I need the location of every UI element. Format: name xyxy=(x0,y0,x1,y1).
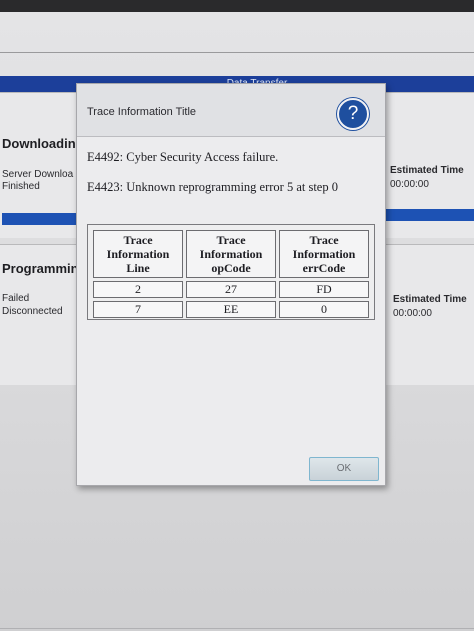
cell-opcode: 27 xyxy=(186,281,276,298)
trace-info-dialog: Trace Information Title ? E4492: Cyber S… xyxy=(76,83,386,486)
trace-table: Trace Information Line Trace Information… xyxy=(87,224,375,320)
programming-estimated-value: 00:00:00 xyxy=(393,308,432,319)
download-status: Server Downloa xyxy=(2,169,74,180)
programming-title: Programmin xyxy=(2,261,79,276)
column-header-errcode: Trace Information errCode xyxy=(279,230,369,278)
dialog-header: Trace Information Title ? xyxy=(77,84,385,137)
cell-opcode: EE xyxy=(186,301,276,318)
help-icon[interactable]: ? xyxy=(337,98,369,130)
cell-line: 2 xyxy=(93,281,183,298)
error-message-2: E4423: Unknown reprogramming error 5 at … xyxy=(87,180,338,194)
cell-errcode: FD xyxy=(279,281,369,298)
download-title: Downloading xyxy=(2,136,84,151)
ok-button[interactable]: OK xyxy=(309,457,379,481)
divider-line xyxy=(0,52,474,53)
error-message-1: E4492: Cyber Security Access failure. xyxy=(87,150,279,164)
dialog-title: Trace Information Title xyxy=(87,106,197,118)
download-progress-bar xyxy=(2,213,76,225)
divider-line-bottom xyxy=(0,628,474,629)
trace-table-grid: Trace Information Line Trace Information… xyxy=(90,227,372,321)
monitor-bezel xyxy=(0,0,474,12)
download-estimated-value: 00:00:00 xyxy=(390,179,429,190)
table-row: 2 27 FD xyxy=(93,281,369,298)
column-header-line: Trace Information Line xyxy=(93,230,183,278)
table-row: 7 EE 0 xyxy=(93,301,369,318)
download-finished: Finished xyxy=(2,181,40,192)
table-header-row: Trace Information Line Trace Information… xyxy=(93,230,369,278)
programming-disconnected: Disconnected xyxy=(2,306,63,317)
programming-status: Failed xyxy=(2,293,30,304)
download-estimated-label: Estimated Time xyxy=(390,165,464,176)
column-header-opcode: Trace Information opCode xyxy=(186,230,276,278)
programming-estimated-label: Estimated Time xyxy=(393,294,467,305)
cell-line: 7 xyxy=(93,301,183,318)
cell-errcode: 0 xyxy=(279,301,369,318)
download-progress-bar-right xyxy=(384,209,474,221)
